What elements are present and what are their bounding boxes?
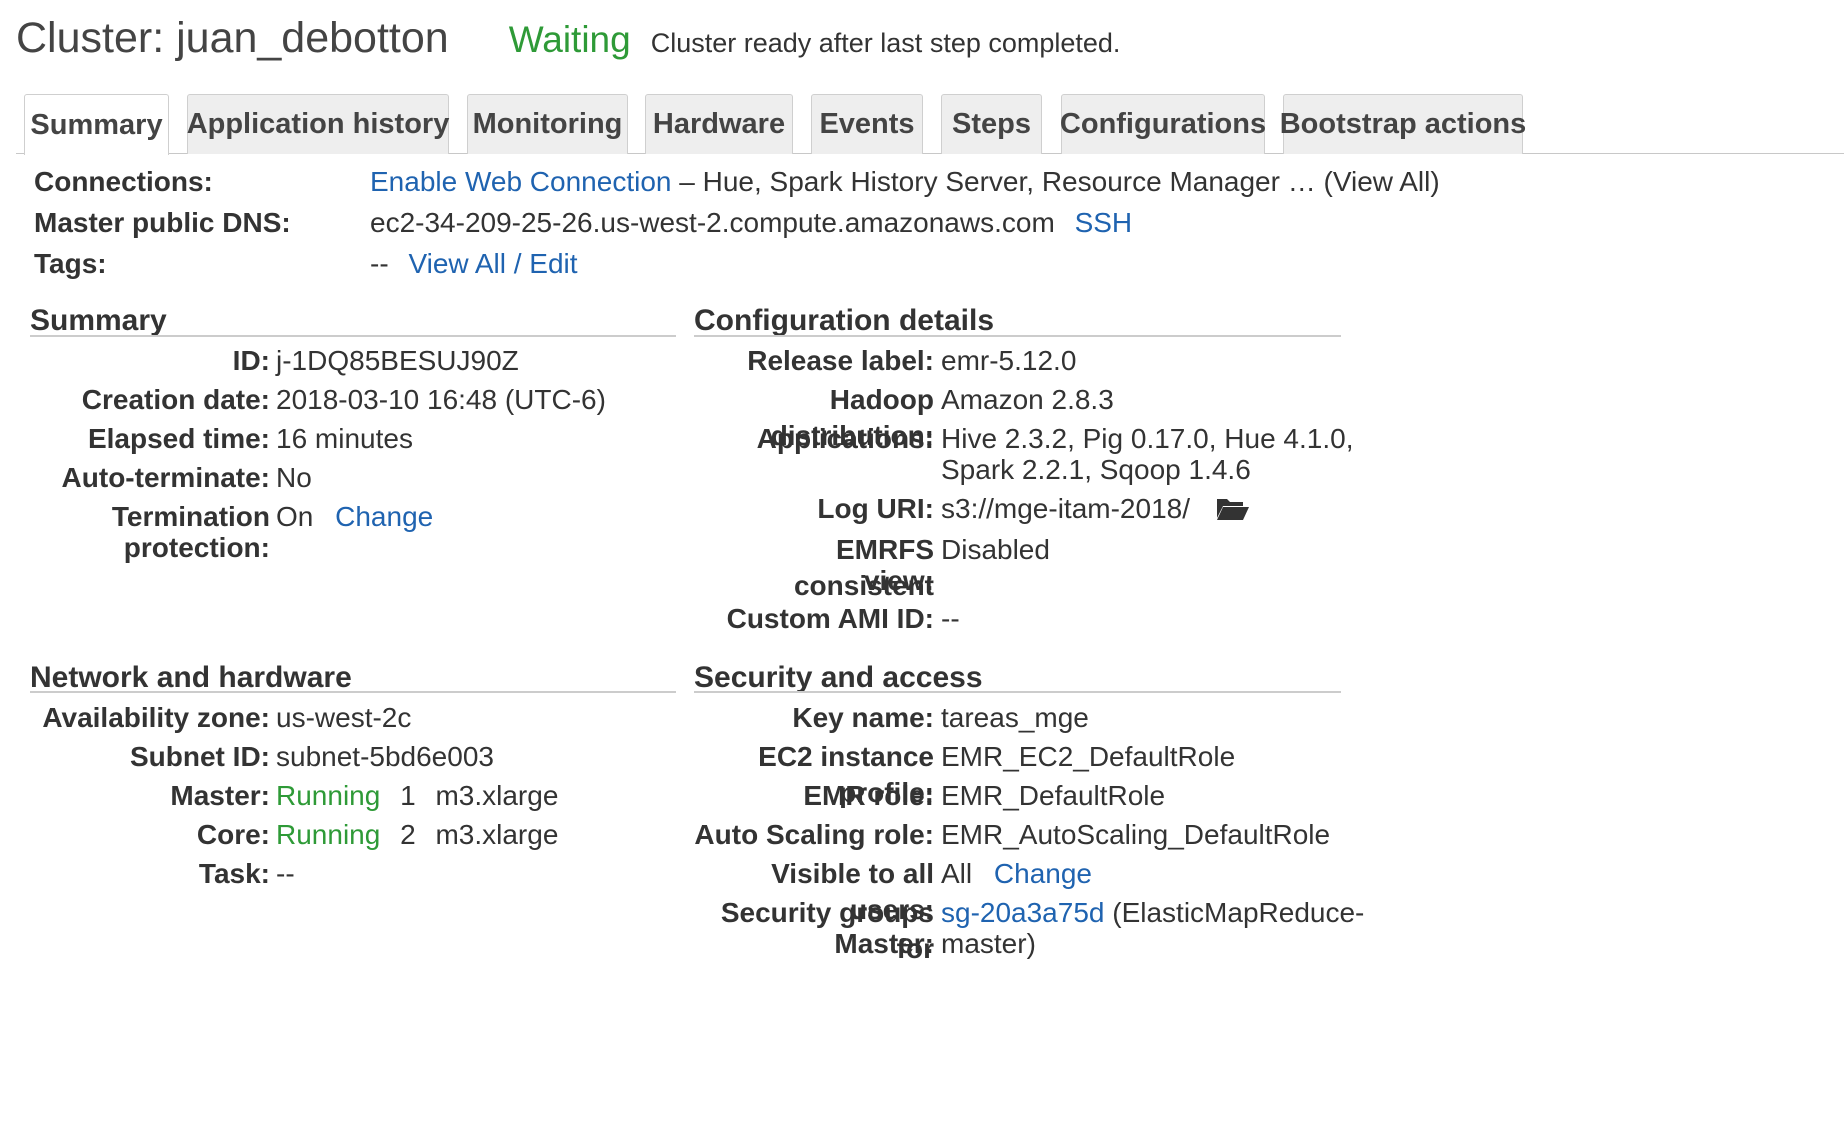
termination-protection-change-link[interactable]: Change — [335, 501, 433, 532]
autoscaling-role-label: Auto Scaling role: — [694, 819, 934, 850]
tab-events[interactable]: Events — [811, 94, 923, 154]
network-divider — [30, 691, 676, 693]
master-count: 1 — [400, 780, 416, 811]
emrfs-value: Disabled — [941, 534, 1050, 565]
tab-hardware[interactable]: Hardware — [645, 94, 793, 154]
tags-value: -- — [370, 248, 389, 279]
security-section-title: Security and access — [694, 661, 983, 694]
tags-label: Tags: — [34, 248, 107, 279]
visible-to-all-value: All — [941, 858, 973, 889]
tab-steps[interactable]: Steps — [941, 94, 1042, 154]
tab-bar: Summary Application history Monitoring H… — [16, 94, 1844, 155]
core-status: Running — [276, 819, 381, 850]
key-name-label: Key name: — [792, 702, 934, 733]
auto-terminate-value: No — [276, 462, 312, 493]
enable-web-connection-link[interactable]: Enable Web Connection — [370, 166, 671, 197]
tab-configurations[interactable]: Configurations — [1060, 94, 1266, 154]
custom-ami-label: Custom AMI ID: — [726, 603, 934, 634]
hadoop-distribution-value: Amazon 2.8.3 — [941, 384, 1114, 415]
security-group-name-line1: (ElasticMapReduce- — [1104, 897, 1365, 928]
core-instance-type: m3.xlarge — [435, 819, 559, 850]
task-label: Task: — [198, 858, 270, 889]
applications-value-line2: Spark 2.2.1, Sqoop 1.4.6 — [941, 454, 1251, 485]
summary-section-title: Summary — [30, 304, 167, 337]
master-instance-type: m3.xlarge — [435, 780, 559, 811]
cluster-status: Waiting — [508, 19, 631, 60]
custom-ami-value: -- — [941, 603, 960, 634]
key-name-value: tareas_mge — [941, 702, 1089, 733]
network-section-title: Network and hardware — [30, 661, 352, 694]
availability-zone-value: us-west-2c — [276, 702, 412, 733]
tab-bootstrap-actions[interactable]: Bootstrap actions — [1280, 94, 1526, 154]
security-group-link[interactable]: sg-20a3a75d — [941, 897, 1104, 928]
emr-role-value: EMR_DefaultRole — [941, 780, 1166, 811]
subnet-id-label: Subnet ID: — [130, 741, 270, 772]
applications-label: Applications: — [756, 423, 934, 454]
tab-monitoring[interactable]: Monitoring — [467, 94, 628, 154]
subnet-id-link[interactable]: subnet-5bd6e003 — [276, 739, 494, 775]
core-count: 2 — [400, 819, 416, 850]
config-divider — [694, 335, 1341, 337]
creation-date-value: 2018-03-10 16:48 (UTC-6) — [276, 384, 606, 415]
creation-date-label: Creation date: — [81, 384, 270, 415]
config-section-title: Configuration details — [694, 304, 994, 337]
release-label-label: Release label: — [747, 345, 934, 376]
log-uri-value: s3://mge-itam-2018/ — [941, 493, 1190, 524]
log-uri-label: Log URI: — [817, 493, 934, 524]
tab-summary[interactable]: Summary — [24, 94, 169, 155]
cluster-status-message: Cluster ready after last step completed. — [650, 28, 1121, 58]
connections-label: Connections: — [34, 166, 213, 197]
termination-protection-value: On — [276, 501, 314, 532]
cluster-header: Cluster: juan_debotton Waiting Cluster r… — [16, 14, 1120, 62]
termination-protection-label-line2: protection: — [123, 532, 270, 563]
id-label: ID: — [232, 345, 270, 376]
security-divider — [694, 691, 1341, 693]
dns-value: ec2-34-209-25-26.us-west-2.compute.amazo… — [370, 207, 1055, 238]
ssh-link[interactable]: SSH — [1075, 207, 1133, 238]
auto-terminate-label: Auto-terminate: — [61, 462, 270, 493]
summary-divider — [30, 335, 676, 337]
dns-label: Master public DNS: — [34, 207, 291, 238]
availability-zone-label: Availability zone: — [42, 702, 270, 733]
instance-profile-value: EMR_EC2_DefaultRole — [941, 741, 1236, 772]
task-value: -- — [276, 858, 295, 889]
security-groups-label-line2: Master: — [834, 928, 934, 959]
master-status: Running — [276, 780, 381, 811]
visible-to-all-change-link[interactable]: Change — [994, 858, 1092, 889]
emrfs-label-line2: view: — [863, 565, 934, 596]
autoscaling-role-value: EMR_AutoScaling_DefaultRole — [941, 819, 1331, 850]
elapsed-time-label: Elapsed time: — [87, 423, 270, 454]
page-title: Cluster: juan_debotton — [16, 14, 449, 62]
cluster-id-value: j-1DQ85BESUJ90Z — [276, 345, 519, 376]
elapsed-time-value: 16 minutes — [276, 423, 413, 454]
release-label-value: emr-5.12.0 — [941, 345, 1077, 376]
core-label: Core: — [196, 819, 270, 850]
tab-application-history[interactable]: Application history — [187, 94, 449, 154]
security-group-name-line2: master) — [941, 928, 1036, 959]
connections-list: – Hue, Spark History Server, Resource Ma… — [671, 166, 1440, 197]
folder-open-icon[interactable] — [1216, 495, 1250, 531]
master-label: Master: — [170, 780, 270, 811]
tags-view-edit-link[interactable]: View All / Edit — [408, 248, 577, 279]
emr-role-label: EMR role: — [803, 780, 934, 811]
